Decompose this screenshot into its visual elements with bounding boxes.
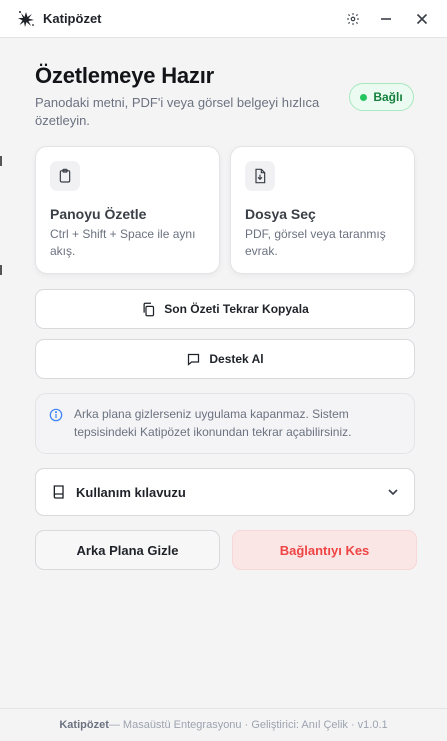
disconnect-button[interactable]: Bağlantıyı Kes (232, 530, 417, 570)
info-icon (49, 408, 63, 422)
card-description: PDF, görsel veya taranmış evrak. (245, 227, 386, 258)
chevron-down-icon (388, 489, 398, 496)
page-subtitle: Panodaki metni, PDF'i veya görsel belgey… (35, 95, 320, 128)
get-support-label: Destek Al (209, 352, 264, 366)
status-label: Bağlı (373, 90, 403, 104)
status-badge: Bağlı (349, 83, 414, 111)
info-text: Arka plana gizlerseniz uygulama kapanmaz… (74, 407, 352, 439)
copy-icon (143, 302, 155, 316)
user-guide-accordion[interactable]: Kullanım kılavuzu (35, 468, 415, 516)
card-title: Dosya Seç (245, 206, 316, 222)
info-box: Arka plana gizlerseniz uygulama kapanmaz… (35, 393, 415, 454)
settings-button[interactable] (343, 9, 363, 29)
hide-to-background-label: Arka Plana Gizle (76, 542, 179, 558)
title-bar: Katipözet (0, 0, 447, 38)
hide-to-background-button[interactable]: Arka Plana Gizle (35, 530, 220, 570)
edge-mark (0, 156, 2, 166)
card-icon-box (245, 161, 275, 191)
minimize-icon (381, 18, 391, 20)
card-description: Ctrl + Shift + Space ile aynı akış. (50, 227, 196, 258)
footer-app-name: Katipözet (59, 719, 109, 731)
summarize-clipboard-card[interactable]: Panoyu Özetle Ctrl + Shift + Space ile a… (35, 146, 220, 274)
close-icon (416, 13, 428, 25)
clipboard-icon (59, 168, 71, 183)
ink-splash-icon (18, 11, 34, 27)
minimize-button[interactable] (376, 9, 396, 29)
footer: Katipözet — Masaüstü Entegrasyonu · Geli… (0, 708, 447, 741)
file-download-icon (255, 168, 266, 184)
window-edge (0, 38, 2, 708)
card-icon-box (50, 161, 80, 191)
gear-icon (347, 13, 359, 25)
status-dot (360, 93, 368, 101)
close-button[interactable] (412, 9, 432, 29)
disconnect-label: Bağlantıyı Kes (279, 542, 370, 558)
card-title: Panoyu Özetle (50, 206, 147, 222)
select-file-card[interactable]: Dosya Seç PDF, görsel veya taranmış evra… (230, 146, 415, 274)
app-title: Katipözet (43, 11, 102, 26)
book-icon (53, 485, 64, 499)
edge-mark (0, 265, 2, 275)
footer-credits: — Masaüstü Entegrasyonu · Geliştirici: A… (108, 719, 388, 731)
user-guide-label: Kullanım kılavuzu (76, 485, 186, 500)
chat-bubble-icon (188, 353, 200, 366)
page-title: Özetlemeye Hazır (35, 63, 214, 88)
get-support-button[interactable]: Destek Al (35, 339, 415, 379)
copy-last-summary-button[interactable]: Son Özeti Tekrar Kopyala (35, 289, 415, 329)
copy-last-summary-label: Son Özeti Tekrar Kopyala (164, 302, 309, 316)
